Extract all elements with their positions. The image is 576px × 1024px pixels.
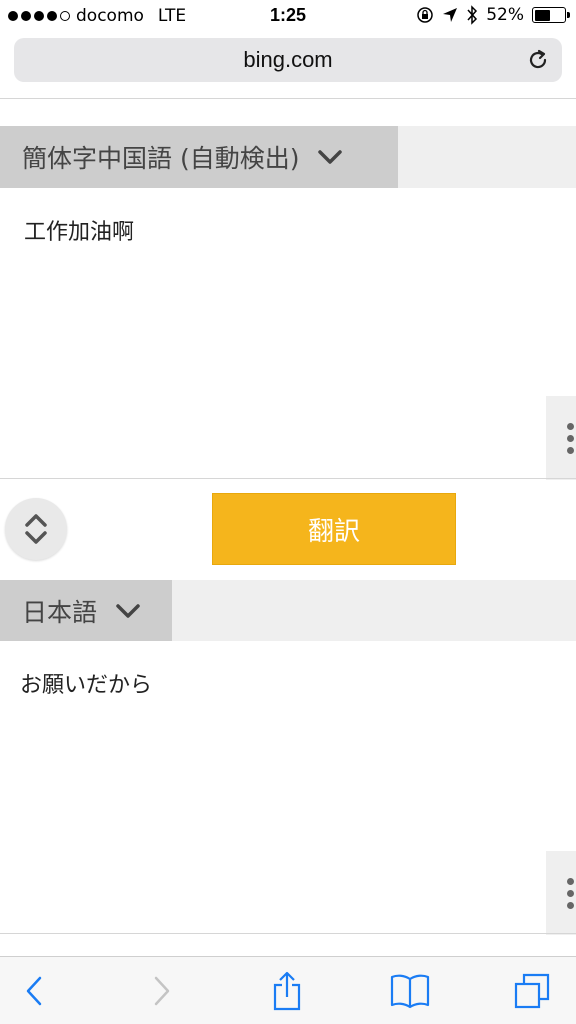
battery-percent: 52%	[486, 5, 524, 25]
share-button[interactable]	[265, 969, 309, 1013]
url-text: bing.com	[243, 47, 333, 72]
share-icon	[273, 971, 301, 1011]
target-text: お願いだから	[20, 673, 153, 698]
back-chevron-icon	[26, 976, 42, 1006]
battery-fill	[534, 9, 550, 21]
header-divider	[0, 98, 576, 99]
browser-toolbar	[0, 956, 576, 1024]
tabs-icon	[514, 973, 550, 1009]
battery-icon	[532, 7, 570, 23]
swap-arrows-icon	[25, 514, 47, 544]
source-language-label: 簡体字中国語 (自動検出)	[22, 144, 300, 173]
source-text: 工作加油啊	[24, 220, 135, 245]
target-text-area: お願いだから	[0, 641, 576, 935]
bookmarks-button[interactable]	[388, 969, 432, 1013]
back-button[interactable]	[12, 969, 56, 1013]
forward-button[interactable]	[140, 969, 184, 1013]
reload-icon[interactable]	[526, 48, 550, 72]
rotation-lock-icon	[417, 7, 433, 23]
target-area-divider	[0, 933, 576, 934]
source-area-divider	[0, 478, 576, 479]
translate-button[interactable]: 翻訳	[212, 493, 456, 565]
target-language-select[interactable]: 日本語	[0, 580, 172, 641]
bluetooth-icon	[467, 5, 478, 25]
source-text-area[interactable]: 工作加油啊	[0, 188, 576, 480]
source-language-strip: 簡体字中国語 (自動検出)	[0, 126, 576, 188]
chevron-down-icon	[318, 150, 343, 164]
target-language-strip: 日本語	[0, 580, 576, 641]
target-resize-handle[interactable]	[546, 851, 576, 935]
tabs-button[interactable]	[510, 969, 554, 1013]
swap-languages-button[interactable]	[5, 498, 67, 560]
status-right: 52%	[416, 5, 570, 25]
forward-chevron-icon	[154, 976, 170, 1006]
open-book-icon	[390, 974, 430, 1009]
source-resize-handle[interactable]	[546, 396, 576, 480]
location-arrow-icon	[443, 8, 458, 22]
source-language-select[interactable]: 簡体字中国語 (自動検出)	[0, 126, 398, 188]
status-bar: docomo LTE 1:25 52%	[0, 0, 576, 32]
url-bar[interactable]: bing.com	[14, 38, 562, 82]
target-language-label: 日本語	[22, 597, 98, 627]
chevron-down-icon	[116, 603, 140, 618]
